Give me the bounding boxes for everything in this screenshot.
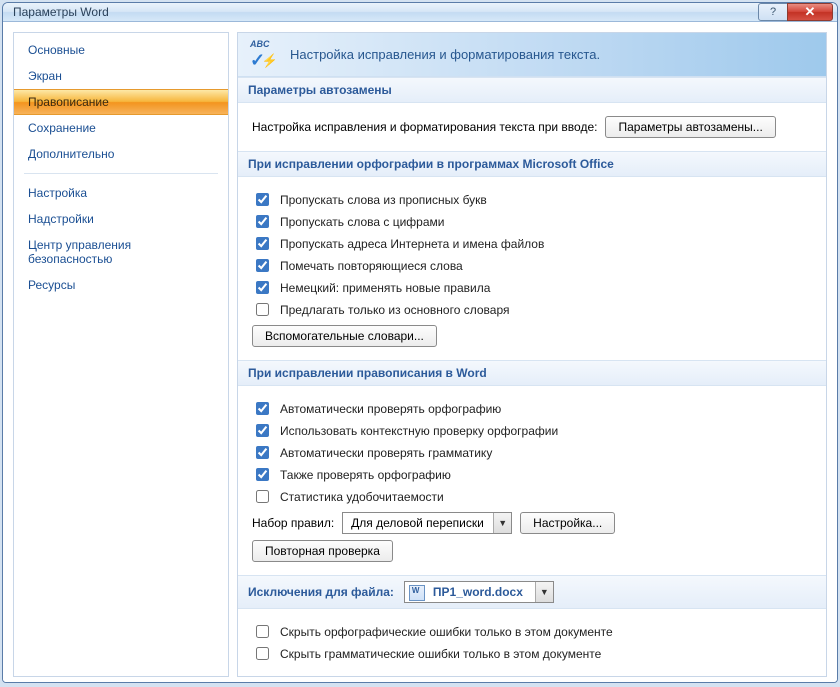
section-autocorrect: Настройка исправления и форматирования т… <box>238 103 826 151</box>
window-controls: ? ✕ <box>759 3 833 21</box>
options-dialog: Параметры Word ? ✕ Основные Экран Правоп… <box>2 2 838 683</box>
autocorrect-options-button[interactable]: Параметры автозамены... <box>605 116 775 138</box>
grammar-settings-button[interactable]: Настройка... <box>520 512 615 534</box>
content-pane: ABC ✓ ⚡ Настройка исправления и форматир… <box>237 32 827 677</box>
chevron-down-icon: ▼ <box>535 582 553 602</box>
check-repeated[interactable] <box>256 259 269 272</box>
check-context-spell-label: Использовать контекстную проверку орфогр… <box>280 424 558 438</box>
check-readability[interactable] <box>256 490 269 503</box>
help-button[interactable]: ? <box>758 3 788 21</box>
titlebar: Параметры Word ? ✕ <box>3 3 837 22</box>
check-urls[interactable] <box>256 237 269 250</box>
ruleset-value: Для деловой переписки <box>343 513 493 533</box>
check-hide-spell-label: Скрыть орфографические ошибки только в э… <box>280 625 613 639</box>
check-also-spell-label: Также проверять орфографию <box>280 468 451 482</box>
section-office-title: При исправлении орфографии в программах … <box>238 151 826 177</box>
check-repeated-label: Помечать повторяющиеся слова <box>280 259 463 273</box>
check-readability-label: Статистика удобочитаемости <box>280 490 444 504</box>
sidebar-item-general[interactable]: Основные <box>14 37 228 63</box>
chevron-down-icon: ▼ <box>493 513 511 533</box>
check-also-spell[interactable] <box>256 468 269 481</box>
check-auto-grammar-label: Автоматически проверять грамматику <box>280 446 492 460</box>
window-title: Параметры Word <box>13 5 759 19</box>
section-office: Пропускать слова из прописных букв Пропу… <box>238 177 826 360</box>
sidebar-item-customize[interactable]: Настройка <box>14 180 228 206</box>
check-context-spell[interactable] <box>256 424 269 437</box>
sidebar-item-proofing[interactable]: Правописание <box>14 89 228 115</box>
custom-dictionaries-button[interactable]: Вспомогательные словари... <box>252 325 437 347</box>
exceptions-file-combo[interactable]: ПР1_word.docx ▼ <box>404 581 554 603</box>
section-exceptions-title: Исключения для файла: ПР1_word.docx ▼ <box>238 575 826 609</box>
proofing-icon: ABC ✓ ⚡ <box>250 41 278 69</box>
check-urls-label: Пропускать адреса Интернета и имена файл… <box>280 237 544 251</box>
banner-text: Настройка исправления и форматирования т… <box>290 47 600 62</box>
exceptions-file-value: ПР1_word.docx <box>425 582 535 602</box>
section-word: Автоматически проверять орфографию Испол… <box>238 386 826 575</box>
ruleset-combo[interactable]: Для деловой переписки ▼ <box>342 512 512 534</box>
autocorrect-desc: Настройка исправления и форматирования т… <box>252 120 597 134</box>
check-hide-grammar-label: Скрыть грамматические ошибки только в эт… <box>280 647 601 661</box>
check-auto-grammar[interactable] <box>256 446 269 459</box>
word-doc-icon <box>409 585 425 601</box>
dialog-body: Основные Экран Правописание Сохранение Д… <box>3 22 837 683</box>
exceptions-label: Исключения для файла: <box>248 585 394 599</box>
check-german-label: Немецкий: применять новые правила <box>280 281 490 295</box>
section-exceptions: Скрыть орфографические ошибки только в э… <box>238 609 826 676</box>
ruleset-label: Набор правил: <box>252 516 334 530</box>
sidebar-item-advanced[interactable]: Дополнительно <box>14 141 228 167</box>
check-numbers-label: Пропускать слова с цифрами <box>280 215 444 229</box>
sidebar-separator <box>24 173 218 174</box>
section-autocorrect-title: Параметры автозамены <box>238 77 826 103</box>
sidebar-item-trust[interactable]: Центр управления безопасностью <box>14 232 228 272</box>
close-button[interactable]: ✕ <box>787 3 833 21</box>
check-auto-spell[interactable] <box>256 402 269 415</box>
check-hide-spell[interactable] <box>256 625 269 638</box>
page-banner: ABC ✓ ⚡ Настройка исправления и форматир… <box>238 33 826 77</box>
check-auto-spell-label: Автоматически проверять орфографию <box>280 402 501 416</box>
check-uppercase[interactable] <box>256 193 269 206</box>
sidebar-item-save[interactable]: Сохранение <box>14 115 228 141</box>
check-hide-grammar[interactable] <box>256 647 269 660</box>
category-sidebar: Основные Экран Правописание Сохранение Д… <box>13 32 229 677</box>
section-word-title: При исправлении правописания в Word <box>238 360 826 386</box>
sidebar-item-addins[interactable]: Надстройки <box>14 206 228 232</box>
check-german[interactable] <box>256 281 269 294</box>
recheck-button[interactable]: Повторная проверка <box>252 540 393 562</box>
sidebar-item-resources[interactable]: Ресурсы <box>14 272 228 298</box>
check-mainonly[interactable] <box>256 303 269 316</box>
check-uppercase-label: Пропускать слова из прописных букв <box>280 193 487 207</box>
check-mainonly-label: Предлагать только из основного словаря <box>280 303 509 317</box>
check-numbers[interactable] <box>256 215 269 228</box>
sidebar-item-display[interactable]: Экран <box>14 63 228 89</box>
